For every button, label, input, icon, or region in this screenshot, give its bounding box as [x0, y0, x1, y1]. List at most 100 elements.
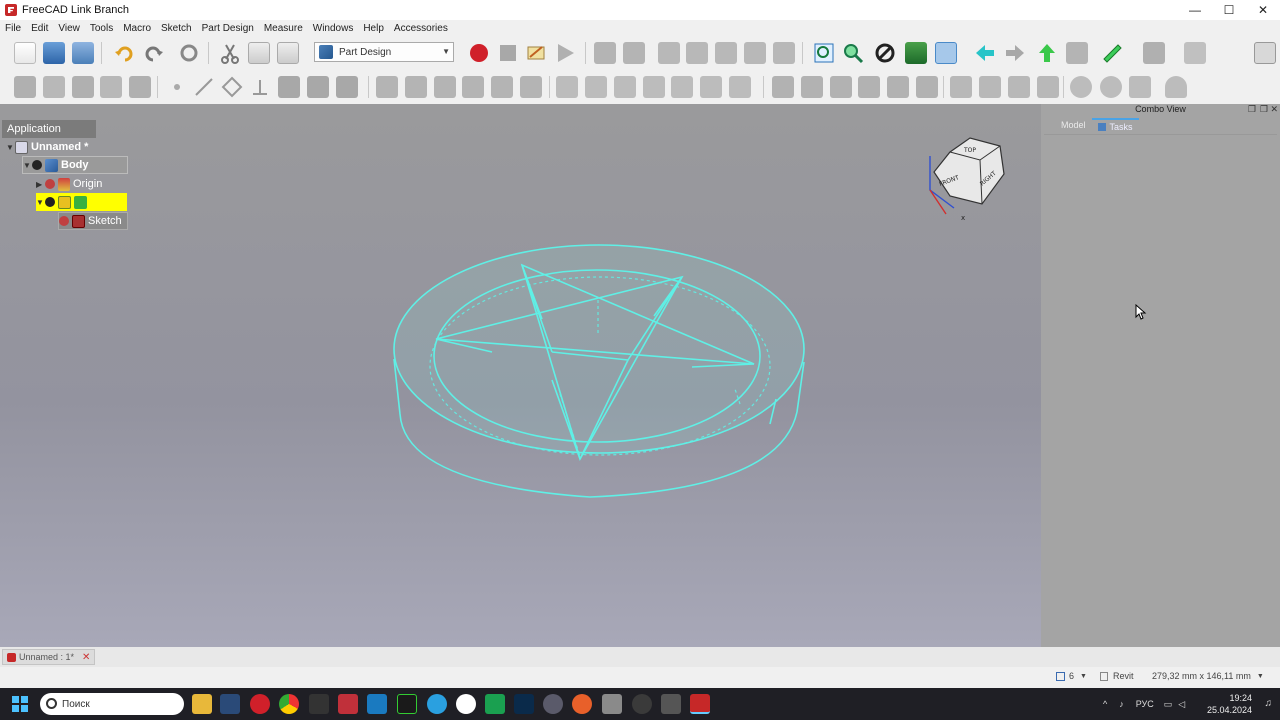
zoom-icon[interactable] [842, 42, 864, 64]
drive-app-icon[interactable] [485, 694, 505, 714]
create-sketch-icon[interactable] [43, 76, 65, 98]
snipping-tool-icon[interactable] [661, 694, 681, 714]
opera-icon[interactable] [250, 694, 270, 714]
dx-app-icon[interactable] [338, 694, 358, 714]
close-panel-icon[interactable]: ✕ [1270, 104, 1278, 115]
tree-item-origin[interactable]: ▶ Origin [36, 175, 126, 193]
new-document-icon[interactable] [14, 42, 36, 64]
windows-start-icon[interactable] [12, 696, 28, 712]
restore-panel-icon[interactable]: ❐ [1260, 104, 1268, 115]
macro-record-icon[interactable] [468, 42, 490, 64]
macro-stop-icon[interactable] [497, 42, 519, 64]
additive-loft-icon[interactable] [336, 76, 358, 98]
expander-icon[interactable]: ▼ [36, 198, 45, 207]
view-rear-icon[interactable] [773, 42, 795, 64]
close-button[interactable]: ✕ [1246, 0, 1280, 20]
photoshop-icon[interactable] [514, 694, 534, 714]
extrude-icon[interactable] [1129, 76, 1151, 98]
additive-cone-icon[interactable] [462, 76, 484, 98]
document-tab[interactable]: Unnamed : 1* ✕ [2, 649, 96, 665]
maximize-button[interactable]: ☐ [1212, 0, 1246, 20]
local-coordinate-icon[interactable] [249, 76, 271, 98]
network-icon[interactable]: ▭ [1164, 699, 1173, 710]
fillet-icon[interactable] [887, 76, 909, 98]
validate-sketch-icon[interactable] [72, 76, 94, 98]
std-view-fit-all-icon[interactable] [594, 42, 616, 64]
macro-run-icon[interactable] [554, 42, 576, 64]
close-tab-icon[interactable]: ✕ [82, 652, 90, 663]
expander-icon[interactable]: ▼ [23, 161, 32, 170]
pycharm-icon[interactable] [397, 694, 417, 714]
taskbar-clock[interactable]: 19:24 25.04.2024 [1207, 692, 1252, 716]
hidden-eye-icon[interactable] [59, 216, 69, 226]
mirrored-icon[interactable] [772, 76, 794, 98]
view-isometric-icon[interactable] [658, 42, 680, 64]
yandex-browser-icon[interactable] [456, 694, 476, 714]
menu-windows[interactable]: Windows [308, 23, 359, 34]
navigation-style[interactable]: Revit [1100, 671, 1134, 681]
clone-icon[interactable] [129, 76, 151, 98]
redo-icon[interactable] [143, 42, 165, 64]
microphone-icon[interactable]: ♪ [1119, 699, 1124, 709]
subtractive-helix-icon[interactable] [700, 76, 722, 98]
pad-model[interactable] [0, 104, 1041, 647]
subtractive-box-icon[interactable] [729, 76, 751, 98]
menu-sketch[interactable]: Sketch [156, 23, 197, 34]
notes-app-icon[interactable] [602, 694, 622, 714]
subtractive-loft-icon[interactable] [643, 76, 665, 98]
cut-shape-icon[interactable] [1100, 76, 1122, 98]
language-indicator[interactable]: РУС [1136, 699, 1154, 709]
chrome-icon[interactable] [279, 694, 299, 714]
cut-icon[interactable] [219, 42, 241, 64]
additive-sphere-icon[interactable] [434, 76, 456, 98]
revolution-icon[interactable] [307, 76, 329, 98]
workbench-selector[interactable]: Part Design ▼ [314, 42, 454, 62]
3d-viewport[interactable] [0, 104, 1041, 647]
subtractive-pipe-icon[interactable] [671, 76, 693, 98]
float-panel-icon[interactable]: ❐ [1248, 104, 1256, 115]
view-right-icon[interactable] [744, 42, 766, 64]
volume-icon[interactable]: ◁ [1178, 699, 1185, 710]
pocket-icon[interactable] [556, 76, 578, 98]
up-arrow-icon[interactable] [1036, 42, 1058, 64]
polar-pattern-icon[interactable] [830, 76, 852, 98]
tree-item-pad[interactable]: ▼ Pad [36, 193, 127, 211]
view-front-icon[interactable] [686, 42, 708, 64]
epic-games-icon[interactable] [309, 694, 329, 714]
boolean-icon[interactable] [1008, 76, 1030, 98]
menu-help[interactable]: Help [358, 23, 389, 34]
visibility-eye-icon[interactable] [45, 197, 55, 207]
refresh-icon[interactable] [178, 42, 200, 64]
hidden-eye-icon[interactable] [45, 179, 55, 189]
datum-plane-icon[interactable] [221, 76, 243, 98]
telegram-icon[interactable] [427, 694, 447, 714]
tray-expand-icon[interactable]: ^ [1103, 699, 1107, 709]
tab-model[interactable]: Model [1055, 118, 1092, 134]
sprocket-icon[interactable] [1037, 76, 1059, 98]
copy-icon[interactable] [248, 42, 270, 64]
save-icon[interactable] [72, 42, 94, 64]
additive-torus-icon[interactable] [491, 76, 513, 98]
menu-part-design[interactable]: Part Design [197, 23, 259, 34]
tab-tasks[interactable]: Tasks [1091, 118, 1139, 134]
box-select-icon[interactable] [813, 42, 835, 64]
hole-icon[interactable] [585, 76, 607, 98]
thickness-icon[interactable] [979, 76, 1001, 98]
open-folder-icon[interactable] [43, 42, 65, 64]
addon-icon[interactable] [1184, 42, 1206, 64]
menu-file[interactable]: File [0, 23, 26, 34]
settings-gear-icon[interactable] [543, 694, 563, 714]
std-view-fit-selection-icon[interactable] [623, 42, 645, 64]
dimensions-display[interactable]: 279,32 mm x 146,11 mm ▼ [1152, 671, 1264, 681]
forward-arrow-icon[interactable] [1004, 42, 1026, 64]
firefox-icon[interactable] [572, 694, 592, 714]
menu-tools[interactable]: Tools [85, 23, 118, 34]
tree-item-document[interactable]: ▼ Unnamed * [6, 138, 100, 156]
steam-icon[interactable] [220, 694, 240, 714]
menu-measure[interactable]: Measure [259, 23, 308, 34]
measure-clear-icon[interactable] [1143, 42, 1165, 64]
fuse-icon[interactable] [1070, 76, 1092, 98]
obs-icon[interactable] [632, 694, 652, 714]
create-body-icon[interactable] [14, 76, 36, 98]
menu-edit[interactable]: Edit [26, 23, 53, 34]
